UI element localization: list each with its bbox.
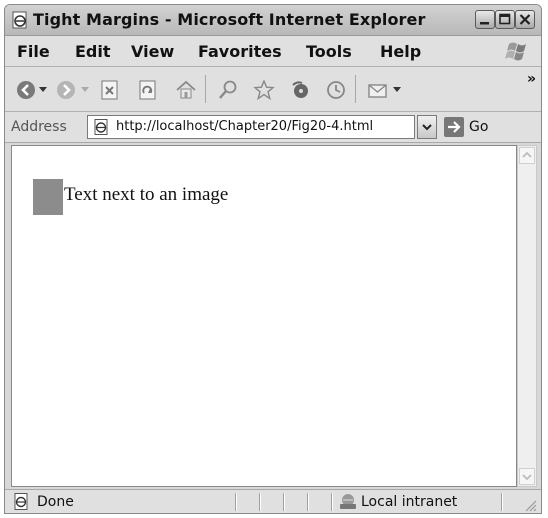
go-button[interactable]: Go bbox=[443, 114, 533, 140]
page-icon bbox=[14, 493, 28, 510]
scroll-down-button[interactable] bbox=[519, 468, 535, 485]
chevron-down-icon bbox=[522, 474, 532, 481]
address-url: http://localhost/Chapter20/Fig20-4.html bbox=[116, 119, 374, 134]
chevron-down-icon bbox=[422, 124, 432, 131]
address-dropdown-button[interactable] bbox=[417, 115, 437, 139]
toolbar-overflow-chevron[interactable]: » bbox=[527, 71, 536, 87]
forward-dropdown-icon[interactable] bbox=[81, 87, 89, 93]
local-intranet-icon bbox=[340, 494, 356, 509]
gray-square-image bbox=[33, 179, 63, 215]
go-label: Go bbox=[469, 119, 489, 135]
menu-file[interactable]: File bbox=[17, 42, 50, 61]
title-bar: Tight Margins - Microsoft Internet Explo… bbox=[5, 5, 541, 36]
security-zone-label: Local intranet bbox=[361, 494, 458, 510]
standard-toolbar: » bbox=[5, 67, 541, 112]
page-content: Text next to an image bbox=[11, 145, 517, 487]
resize-grip-icon[interactable] bbox=[523, 498, 537, 512]
back-icon[interactable] bbox=[15, 79, 37, 101]
history-icon[interactable] bbox=[325, 79, 347, 101]
mail-dropdown-icon[interactable] bbox=[393, 87, 401, 93]
status-divider bbox=[331, 493, 332, 511]
menu-view[interactable]: View bbox=[131, 42, 174, 61]
status-divider bbox=[283, 493, 284, 511]
ie-page-icon bbox=[12, 11, 27, 29]
address-input[interactable]: http://localhost/Chapter20/Fig20-4.html bbox=[87, 115, 415, 139]
minimize-icon bbox=[480, 22, 489, 25]
status-divider bbox=[501, 493, 502, 511]
maximize-button[interactable] bbox=[495, 10, 515, 29]
status-text: Done bbox=[37, 494, 74, 510]
minimize-button[interactable] bbox=[475, 10, 495, 29]
close-icon bbox=[519, 14, 531, 25]
address-bar: Address http://localhost/Chapter20/Fig20… bbox=[5, 112, 541, 143]
status-bar: Done Local intranet bbox=[5, 489, 541, 513]
toolbar-separator bbox=[355, 75, 356, 103]
status-divider bbox=[235, 493, 236, 511]
menu-tools[interactable]: Tools bbox=[306, 42, 352, 61]
status-divider bbox=[259, 493, 260, 511]
menu-help[interactable]: Help bbox=[380, 42, 421, 61]
chevron-up-icon bbox=[522, 151, 532, 158]
maximize-icon bbox=[499, 13, 511, 25]
vertical-scrollbar[interactable] bbox=[517, 145, 537, 487]
windows-logo-icon bbox=[505, 42, 526, 61]
favorites-icon[interactable] bbox=[253, 79, 275, 101]
address-label: Address bbox=[11, 119, 67, 135]
toolbar-separator bbox=[205, 75, 206, 103]
content-text: Text next to an image bbox=[64, 184, 229, 205]
forward-icon[interactable] bbox=[55, 79, 77, 101]
scroll-up-button[interactable] bbox=[519, 147, 535, 164]
close-button[interactable] bbox=[515, 10, 535, 29]
menu-edit[interactable]: Edit bbox=[75, 42, 111, 61]
menu-favorites[interactable]: Favorites bbox=[198, 42, 282, 61]
stop-icon[interactable] bbox=[99, 79, 121, 101]
mail-icon[interactable] bbox=[367, 79, 389, 101]
go-arrow-icon bbox=[444, 117, 464, 137]
media-icon[interactable] bbox=[289, 79, 311, 101]
search-icon[interactable] bbox=[217, 79, 239, 101]
refresh-icon[interactable] bbox=[137, 79, 159, 101]
menu-bar: File Edit View Favorites Tools Help bbox=[5, 36, 541, 67]
status-divider bbox=[307, 493, 308, 511]
home-icon[interactable] bbox=[175, 79, 197, 101]
back-dropdown-icon[interactable] bbox=[39, 87, 47, 93]
page-icon bbox=[94, 119, 108, 135]
window-title: Tight Margins - Microsoft Internet Explo… bbox=[33, 10, 426, 29]
browser-window: Tight Margins - Microsoft Internet Explo… bbox=[4, 4, 542, 514]
